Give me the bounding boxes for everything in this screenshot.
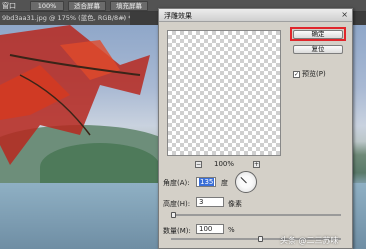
document-tab[interactable]: 9bd3aa31.jpg @ 175% (蓝色, RGB/8#) * × bbox=[0, 12, 130, 25]
height-label: 高度(H): bbox=[163, 200, 191, 208]
amount-unit: % bbox=[228, 226, 235, 234]
zoom-out-button[interactable]: − bbox=[195, 161, 202, 168]
angle-input[interactable]: 135 bbox=[196, 177, 216, 187]
amount-label: 数量(M): bbox=[163, 227, 191, 235]
angle-label: 角度(A): bbox=[163, 179, 190, 187]
dialog-title: 浮雕效果 bbox=[164, 12, 192, 20]
preview-checkbox-label: 预览(P) bbox=[302, 70, 326, 78]
window-menu-label[interactable]: 窗口 bbox=[2, 1, 16, 11]
watermark-text: 头条 @二三苏味 bbox=[280, 236, 339, 245]
close-icon[interactable]: × bbox=[341, 10, 348, 19]
document-tab-title: 9bd3aa31.jpg @ 175% (蓝色, RGB/8#) * bbox=[2, 14, 130, 22]
amount-input[interactable]: 100 bbox=[196, 224, 224, 234]
angle-dial-needle bbox=[240, 176, 247, 184]
zoom-100-button[interactable]: 100% bbox=[30, 1, 64, 11]
filter-preview[interactable] bbox=[167, 30, 281, 156]
red-maple-leaves bbox=[0, 25, 150, 165]
checkbox-check-icon[interactable]: ✓ bbox=[293, 70, 300, 78]
close-tab-icon[interactable]: × bbox=[121, 12, 126, 25]
dialog-titlebar[interactable]: 浮雕效果 × bbox=[159, 9, 352, 22]
fill-screen-button[interactable]: 填充屏幕 bbox=[110, 1, 148, 11]
preview-zoom-label: 100% bbox=[214, 160, 235, 168]
height-slider-thumb[interactable] bbox=[171, 212, 176, 218]
ok-button[interactable]: 确定 bbox=[293, 30, 343, 39]
preview-checkbox[interactable]: ✓ 预览(P) bbox=[293, 69, 326, 79]
angle-unit: 度 bbox=[221, 179, 228, 187]
height-unit: 像素 bbox=[228, 200, 242, 208]
angle-dial[interactable] bbox=[235, 171, 257, 193]
emboss-dialog: 浮雕效果 × − 100% + 确定 复位 ✓ 预览(P) 角度(A): 135 … bbox=[158, 8, 353, 249]
zoom-in-button[interactable]: + bbox=[253, 161, 260, 168]
reset-button[interactable]: 复位 bbox=[293, 45, 343, 54]
amount-slider-thumb[interactable] bbox=[258, 236, 263, 242]
fit-screen-button[interactable]: 适合屏幕 bbox=[68, 1, 106, 11]
height-slider[interactable] bbox=[171, 214, 341, 216]
height-input[interactable]: 3 bbox=[196, 197, 224, 207]
